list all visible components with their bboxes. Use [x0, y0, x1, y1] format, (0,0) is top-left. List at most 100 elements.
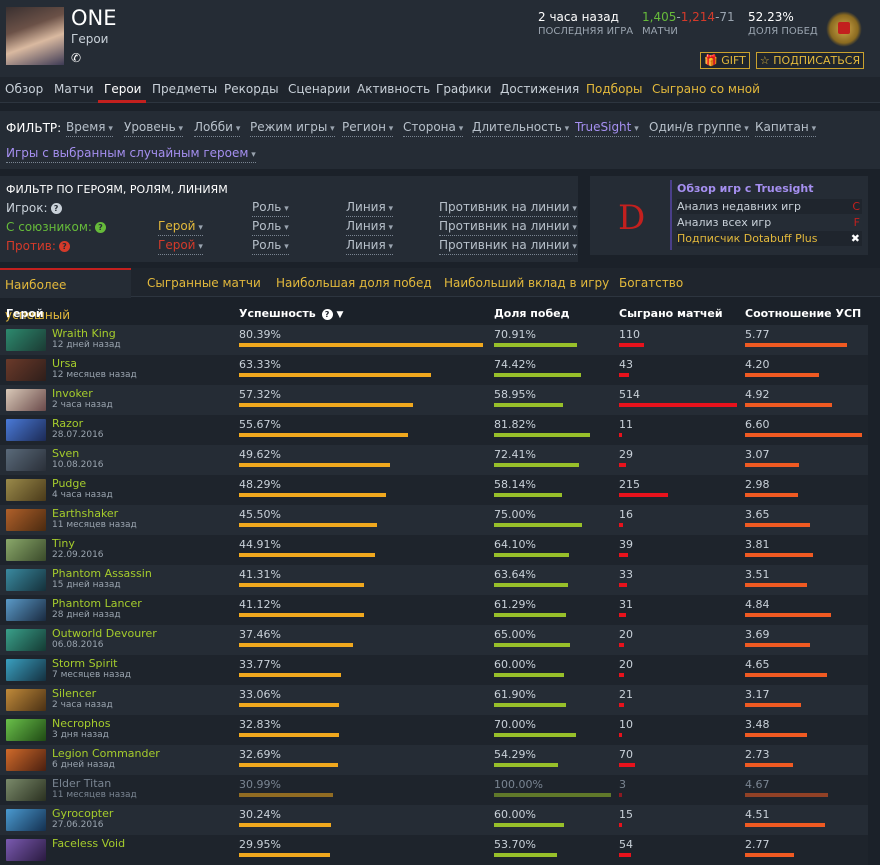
- ally-opponent-dropdown[interactable]: Противник на линии: [439, 220, 577, 236]
- player-name[interactable]: ONE: [71, 6, 117, 30]
- hero-portrait[interactable]: [6, 659, 46, 681]
- hero-name[interactable]: Elder Titan: [52, 777, 111, 790]
- hero-name[interactable]: Storm Spirit: [52, 657, 117, 670]
- filter-duration[interactable]: Длительность: [472, 121, 570, 137]
- hero-portrait[interactable]: [6, 719, 46, 741]
- nav-matches[interactable]: Матчи: [54, 82, 94, 96]
- hero-portrait[interactable]: [6, 509, 46, 531]
- filter-truesight[interactable]: TrueSight: [575, 121, 639, 137]
- hero-portrait[interactable]: [6, 359, 46, 381]
- col-hero[interactable]: Герой: [6, 307, 44, 320]
- table-row[interactable]: Sven 10.08.2016 49.62% 72.41% 29 3.07: [0, 445, 868, 475]
- hero-portrait[interactable]: [6, 689, 46, 711]
- table-row[interactable]: Elder Titan 11 месяцев назад 30.99% 100.00%…: [0, 775, 868, 805]
- help-icon[interactable]: ?: [94, 222, 106, 233]
- hero-name[interactable]: Necrophos: [52, 717, 110, 730]
- hero-name[interactable]: Wraith King: [52, 327, 116, 340]
- nav-played-with-me[interactable]: Сыграно со мной: [652, 82, 760, 96]
- hero-name[interactable]: Legion Commander: [52, 747, 160, 760]
- col-winrate[interactable]: Доля побед: [494, 307, 570, 320]
- rank-emblem-icon[interactable]: [826, 11, 862, 47]
- tab-most-successful[interactable]: Наиболее успешный: [0, 268, 131, 322]
- hero-name[interactable]: Outworld Devourer: [52, 627, 157, 640]
- player-opponent-dropdown[interactable]: Противник на линии: [439, 201, 577, 217]
- table-row[interactable]: Faceless Void 29.95% 53.70% 54 2.77: [0, 835, 868, 865]
- hero-name[interactable]: Razor: [52, 417, 83, 430]
- filter-skill[interactable]: Уровень: [124, 121, 184, 137]
- gift-button[interactable]: 🎁 GIFT: [700, 52, 750, 69]
- nav-scenarios[interactable]: Сценарии: [288, 82, 350, 96]
- hero-portrait[interactable]: [6, 329, 46, 351]
- truesight-recent[interactable]: Анализ недавних игр C: [677, 199, 862, 214]
- truesight-title[interactable]: Обзор игр с Truesight: [677, 181, 862, 196]
- tab-highest-winrate[interactable]: Наибольшая доля побед: [276, 276, 432, 290]
- table-row[interactable]: Legion Commander 6 дней назад 32.69% 54.29%…: [0, 745, 868, 775]
- col-success[interactable]: Успешность ? ▼: [239, 307, 343, 320]
- hero-name[interactable]: Gyrocopter: [52, 807, 113, 820]
- hero-portrait[interactable]: [6, 779, 46, 801]
- table-row[interactable]: Storm Spirit 7 месяцев назад 33.77% 60.00% 2…: [0, 655, 868, 685]
- nav-heroes[interactable]: Герои: [104, 82, 141, 96]
- hero-portrait[interactable]: [6, 809, 46, 831]
- hero-name[interactable]: Faceless Void: [52, 837, 125, 850]
- truesight-plus[interactable]: Подписчик Dotabuff Plus ✖: [677, 231, 862, 246]
- help-icon[interactable]: ?: [58, 241, 70, 252]
- tab-wealth[interactable]: Богатство: [619, 276, 683, 290]
- player-avatar[interactable]: [6, 7, 64, 65]
- col-kda[interactable]: Соотношение УСП: [745, 307, 861, 320]
- filter-region[interactable]: Регион: [342, 121, 394, 137]
- hero-name[interactable]: Earthshaker: [52, 507, 118, 520]
- hero-portrait[interactable]: [6, 449, 46, 471]
- table-row[interactable]: Wraith King 12 дней назад 80.39% 70.91% 110 5…: [0, 325, 868, 355]
- table-row[interactable]: Pudge 4 часа назад 48.29% 58.14% 215 2.98: [0, 475, 868, 505]
- hero-name[interactable]: Phantom Assassin: [52, 567, 152, 580]
- filter-captain[interactable]: Капитан: [755, 121, 817, 137]
- player-role-dropdown[interactable]: Роль: [252, 201, 289, 217]
- hero-portrait[interactable]: [6, 569, 46, 591]
- nav-matchups[interactable]: Подборы: [586, 82, 643, 96]
- ally-role-dropdown[interactable]: Роль: [252, 220, 289, 236]
- filter-lobby[interactable]: Лобби: [194, 121, 241, 137]
- table-row[interactable]: Gyrocopter 27.06.2016 30.24% 60.00% 15 4.51: [0, 805, 868, 835]
- hero-portrait[interactable]: [6, 479, 46, 501]
- table-row[interactable]: Tiny 22.09.2016 44.91% 64.10% 39 3.81: [0, 535, 868, 565]
- player-lane-dropdown[interactable]: Линия: [346, 201, 394, 217]
- help-icon[interactable]: ?: [50, 203, 62, 214]
- subscribe-button[interactable]: ☆ ПОДПИСАТЬСЯ: [756, 52, 864, 69]
- nav-items[interactable]: Предметы: [152, 82, 217, 96]
- hero-name[interactable]: Sven: [52, 447, 79, 460]
- ally-hero-dropdown[interactable]: Герой: [158, 220, 203, 236]
- hero-portrait[interactable]: [6, 419, 46, 441]
- tab-impact[interactable]: Наибольший вклад в игру: [444, 276, 609, 290]
- hero-portrait[interactable]: [6, 749, 46, 771]
- col-played[interactable]: Сыграно матчей: [619, 307, 723, 320]
- nav-achievements[interactable]: Достижения: [500, 82, 579, 96]
- filter-time[interactable]: Время: [66, 121, 113, 137]
- help-icon[interactable]: ?: [321, 308, 333, 320]
- table-row[interactable]: Phantom Assassin 15 дней назад 41.31% 63.64…: [0, 565, 868, 595]
- table-row[interactable]: Earthshaker 11 месяцев назад 45.50% 75.00% 1…: [0, 505, 868, 535]
- enemy-hero-dropdown[interactable]: Герой: [158, 239, 203, 255]
- truesight-all[interactable]: Анализ всех игр F: [677, 215, 862, 230]
- hero-portrait[interactable]: [6, 839, 46, 861]
- filter-side[interactable]: Сторона: [403, 121, 464, 137]
- table-row[interactable]: Necrophos 3 дня назад 32.83% 70.00% 10 3.48: [0, 715, 868, 745]
- filter-random-hero[interactable]: Игры с выбранным случайным героем: [6, 147, 256, 163]
- hero-name[interactable]: Silencer: [52, 687, 96, 700]
- table-row[interactable]: Ursa 12 месяцев назад 63.33% 74.42% 43 4.20: [0, 355, 868, 385]
- close-icon[interactable]: ✖: [851, 231, 860, 246]
- filter-game-mode[interactable]: Режим игры: [250, 121, 335, 137]
- nav-activity[interactable]: Активность: [357, 82, 430, 96]
- hero-name[interactable]: Ursa: [52, 357, 77, 370]
- table-row[interactable]: Invoker 2 часа назад 57.32% 58.95% 514 4.92: [0, 385, 868, 415]
- table-row[interactable]: Silencer 2 часа назад 33.06% 61.90% 21 3.17: [0, 685, 868, 715]
- table-row[interactable]: Outworld Devourer 06.08.2016 37.46% 65.00% 2…: [0, 625, 868, 655]
- table-row[interactable]: Razor 28.07.2016 55.67% 81.82% 11 6.60: [0, 415, 868, 445]
- nav-records[interactable]: Рекорды: [224, 82, 279, 96]
- hero-portrait[interactable]: [6, 599, 46, 621]
- hero-name[interactable]: Tiny: [52, 537, 75, 550]
- nav-graphs[interactable]: Графики: [436, 82, 491, 96]
- enemy-role-dropdown[interactable]: Роль: [252, 239, 289, 255]
- hero-name[interactable]: Invoker: [52, 387, 93, 400]
- hero-name[interactable]: Phantom Lancer: [52, 597, 142, 610]
